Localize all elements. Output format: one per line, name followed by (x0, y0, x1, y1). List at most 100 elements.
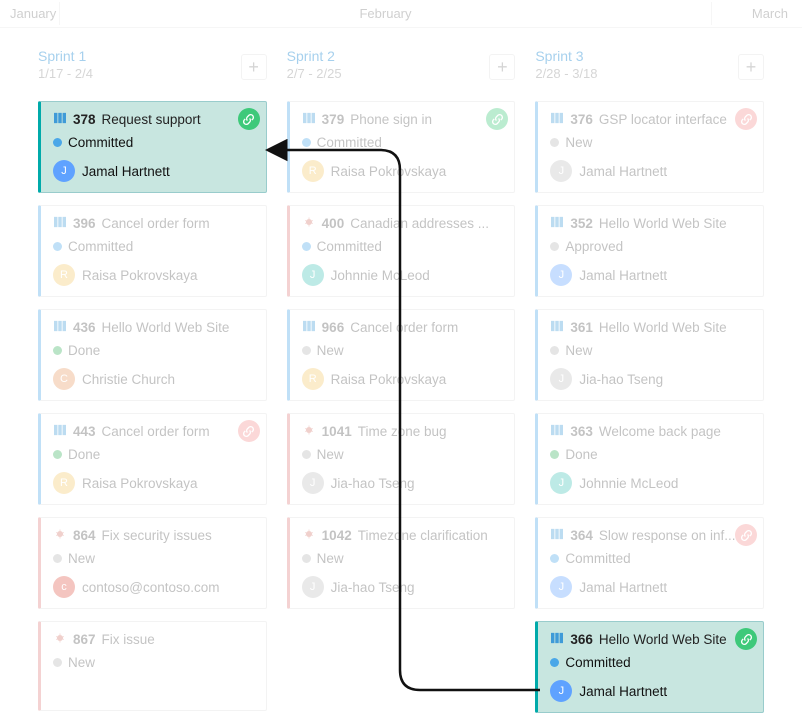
assignee-name: Jamal Hartnett (82, 164, 170, 179)
work-item-id: 352 (570, 216, 593, 231)
work-item-state: Approved (565, 239, 623, 254)
card-title-row: 396 Cancel order form (53, 216, 254, 231)
avatar: J (302, 576, 324, 598)
avatar: J (550, 576, 572, 598)
work-item-title: Hello World Web Site (599, 632, 727, 647)
card-assignee-row: C Christie Church (53, 368, 254, 390)
card-assignee-row: c contoso@contoso.com (53, 576, 254, 598)
work-item-title: Slow response on inf... (599, 528, 736, 543)
card-title-row: 436 Hello World Web Site (53, 320, 254, 335)
work-item-card[interactable]: 378 Request support Committed J Jamal Ha… (38, 101, 267, 193)
work-item-title: Welcome back page (599, 424, 721, 439)
work-item-card[interactable]: 379 Phone sign in Committed R Raisa Pokr… (287, 101, 516, 193)
work-item-type-icon (302, 112, 316, 127)
work-item-type-icon (302, 216, 316, 231)
card-state-row: New (302, 343, 503, 358)
card-title-row: 364 Slow response on inf... (550, 528, 751, 543)
month-january: January (0, 2, 60, 25)
work-item-id: 864 (73, 528, 96, 543)
work-item-card[interactable]: 436 Hello World Web Site Done C Christie… (38, 309, 267, 401)
work-item-id: 867 (73, 632, 96, 647)
add-card-button[interactable]: + (241, 54, 267, 80)
link-icon[interactable] (735, 628, 757, 650)
work-item-id: 443 (73, 424, 96, 439)
work-item-card[interactable]: 361 Hello World Web Site New J Jia-hao T… (535, 309, 764, 401)
work-item-type-icon (53, 424, 67, 439)
link-icon[interactable] (735, 108, 757, 130)
sprint-title[interactable]: Sprint 2 (287, 48, 516, 64)
work-item-type-icon (550, 632, 564, 647)
add-card-button[interactable]: + (738, 54, 764, 80)
state-dot-icon (302, 554, 311, 563)
work-item-card[interactable]: 396 Cancel order form Committed R Raisa … (38, 205, 267, 297)
card-state-row: New (302, 551, 503, 566)
assignee-name: Jamal Hartnett (579, 684, 667, 699)
work-item-type-icon (53, 320, 67, 335)
work-item-id: 436 (73, 320, 96, 335)
work-item-card[interactable]: 443 Cancel order form Done R Raisa Pokro… (38, 413, 267, 505)
link-icon[interactable] (238, 108, 260, 130)
work-item-type-icon (53, 216, 67, 231)
card-title-row: 867 Fix issue (53, 632, 254, 647)
sprint-dates: 2/7 - 2/25 (287, 66, 516, 81)
work-item-type-icon (302, 424, 316, 439)
work-item-state: New (68, 551, 95, 566)
work-item-card[interactable]: 867 Fix issue New (38, 621, 267, 711)
link-icon[interactable] (486, 108, 508, 130)
avatar: J (53, 160, 75, 182)
state-dot-icon (53, 138, 62, 147)
work-item-title: Phone sign in (350, 112, 432, 127)
work-item-title: GSP locator interface (599, 112, 727, 127)
assignee-name: Jamal Hartnett (579, 268, 667, 283)
card-title-row: 363 Welcome back page (550, 424, 751, 439)
month-header: January February March (0, 0, 802, 28)
avatar: J (550, 160, 572, 182)
sprint-header: Sprint 3 2/28 - 3/18 + (535, 48, 764, 89)
card-title-row: 376 GSP locator interface (550, 112, 751, 127)
work-item-state: New (565, 135, 592, 150)
work-item-card[interactable]: 364 Slow response on inf... Committed J … (535, 517, 764, 609)
work-item-card[interactable]: 1042 Timezone clarification New J Jia-ha… (287, 517, 516, 609)
state-dot-icon (550, 138, 559, 147)
avatar: J (550, 680, 572, 702)
state-dot-icon (302, 138, 311, 147)
work-item-card[interactable]: 376 GSP locator interface New J Jamal Ha… (535, 101, 764, 193)
work-item-card[interactable]: 352 Hello World Web Site Approved J Jama… (535, 205, 764, 297)
work-item-type-icon (550, 424, 564, 439)
work-item-card[interactable]: 1041 Time zone bug New J Jia-hao Tseng (287, 413, 516, 505)
state-dot-icon (302, 242, 311, 251)
card-assignee-row: R Raisa Pokrovskaya (302, 368, 503, 390)
link-icon[interactable] (735, 524, 757, 546)
work-item-type-icon (550, 216, 564, 231)
sprint-title[interactable]: Sprint 1 (38, 48, 267, 64)
work-item-state: New (317, 447, 344, 462)
work-item-card[interactable]: 363 Welcome back page Done J Johnnie McL… (535, 413, 764, 505)
card-title-row: 443 Cancel order form (53, 424, 254, 439)
state-dot-icon (53, 554, 62, 563)
add-card-button[interactable]: + (489, 54, 515, 80)
work-item-type-icon (302, 528, 316, 543)
card-assignee-row: J Johnnie McLeod (550, 472, 751, 494)
avatar: J (302, 472, 324, 494)
work-item-type-icon (53, 528, 67, 543)
sprint-header: Sprint 2 2/7 - 2/25 + (287, 48, 516, 89)
state-dot-icon (550, 658, 559, 667)
sprint-title[interactable]: Sprint 3 (535, 48, 764, 64)
card-assignee-row: J Jamal Hartnett (550, 576, 751, 598)
card-assignee-row: J Jamal Hartnett (550, 680, 751, 702)
assignee-name: Raisa Pokrovskaya (82, 476, 198, 491)
work-item-title: Time zone bug (358, 424, 447, 439)
work-item-card[interactable]: 966 Cancel order form New R Raisa Pokrov… (287, 309, 516, 401)
sprint-column: Sprint 2 2/7 - 2/25 + 379 Phone sign in … (287, 48, 516, 713)
work-item-card[interactable]: 366 Hello World Web Site Committed J Jam… (535, 621, 764, 713)
card-assignee-row: J Johnnie McLeod (302, 264, 503, 286)
work-item-title: Cancel order form (350, 320, 458, 335)
card-state-row: Committed (550, 551, 751, 566)
card-state-row: Committed (550, 655, 751, 670)
assignee-name: Raisa Pokrovskaya (82, 268, 198, 283)
work-item-title: Fix issue (102, 632, 155, 647)
link-icon[interactable] (238, 420, 260, 442)
card-state-row: Done (550, 447, 751, 462)
work-item-card[interactable]: 400 Canadian addresses ... Committed J J… (287, 205, 516, 297)
work-item-card[interactable]: 864 Fix security issues New c contoso@co… (38, 517, 267, 609)
